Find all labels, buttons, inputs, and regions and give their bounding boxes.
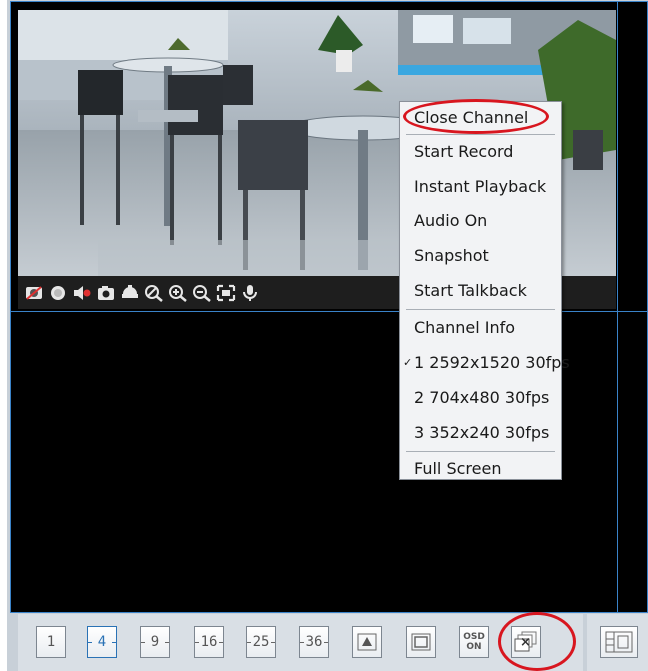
fit-screen-icon[interactable]: [216, 283, 236, 303]
audio-muted-icon[interactable]: [72, 283, 92, 303]
channel-context-menu: Close Channel Start Record Instant Playb…: [399, 101, 570, 480]
grid-layout-icon: [605, 631, 633, 653]
layout-4-button[interactable]: 4: [87, 626, 117, 658]
layout-settings-button[interactable]: [600, 626, 638, 658]
record-icon[interactable]: [48, 283, 68, 303]
full-screen-button[interactable]: [406, 626, 436, 658]
menu-item-stream-1[interactable]: ✓ 1 2592x1520 30fps: [400, 348, 570, 378]
dash-left: [141, 642, 145, 643]
triangle-up-button[interactable]: [352, 626, 382, 658]
layout-label: 25: [252, 634, 270, 650]
menu-item-audio-on[interactable]: Audio On: [400, 206, 561, 236]
layout-36-button[interactable]: 36: [299, 626, 329, 658]
menu-separator: [406, 451, 555, 452]
check-icon: ✓: [403, 356, 413, 369]
dash-right: [324, 642, 328, 643]
menu-item-full-screen[interactable]: Full Screen: [400, 454, 561, 484]
menu-separator: [406, 309, 555, 310]
menu-item-stream-2[interactable]: 2 704x480 30fps: [400, 383, 561, 413]
dash-right: [271, 642, 275, 643]
menu-item-start-record[interactable]: Start Record: [400, 137, 561, 167]
highlight-circle: [498, 612, 576, 671]
osd-line1: OSD: [463, 632, 485, 642]
record-disabled-icon[interactable]: [24, 283, 44, 303]
highlight-circle: [403, 99, 549, 134]
layout-label: 9: [150, 634, 160, 650]
dash-left: [88, 642, 92, 643]
dash-right: [219, 642, 223, 643]
channel-cell-2[interactable]: [617, 1, 648, 312]
ptz-icon[interactable]: [120, 283, 140, 303]
triangle-up-icon: [357, 633, 377, 651]
microphone-icon[interactable]: [240, 283, 260, 303]
osd-line2: ON: [466, 642, 482, 652]
zoom-disabled-icon[interactable]: [144, 283, 164, 303]
menu-item-snapshot[interactable]: Snapshot: [400, 241, 561, 271]
dash-left: [195, 642, 199, 643]
channel-cell-4[interactable]: [617, 311, 648, 613]
layout-label: 1: [46, 634, 56, 650]
zoom-out-icon[interactable]: [192, 283, 212, 303]
layout-label: 16: [200, 634, 218, 650]
dash-right: [112, 642, 116, 643]
menu-item-stream-3[interactable]: 3 352x240 30fps: [400, 418, 561, 448]
menu-item-channel-info[interactable]: Channel Info: [400, 313, 561, 343]
menu-separator: [406, 134, 555, 135]
layout-16-button[interactable]: 16: [194, 626, 224, 658]
snapshot-icon[interactable]: [96, 283, 116, 303]
osd-label: OSD ON: [463, 632, 485, 652]
menu-item-start-talkback[interactable]: Start Talkback: [400, 276, 561, 306]
menu-item-instant-playback[interactable]: Instant Playback: [400, 172, 561, 202]
osd-toggle-button[interactable]: OSD ON: [459, 626, 489, 658]
dash-left: [300, 642, 304, 643]
layout-label: 4: [97, 634, 107, 650]
full-screen-icon: [411, 633, 431, 651]
dash-right: [165, 642, 169, 643]
layout-1-button[interactable]: 1: [36, 626, 66, 658]
layout-9-button[interactable]: 9: [140, 626, 170, 658]
zoom-in-icon[interactable]: [168, 283, 188, 303]
layout-label: 36: [305, 634, 323, 650]
layout-25-button[interactable]: 25: [246, 626, 276, 658]
dash-left: [247, 642, 251, 643]
menu-item-label: 1 2592x1520 30fps: [414, 353, 570, 372]
